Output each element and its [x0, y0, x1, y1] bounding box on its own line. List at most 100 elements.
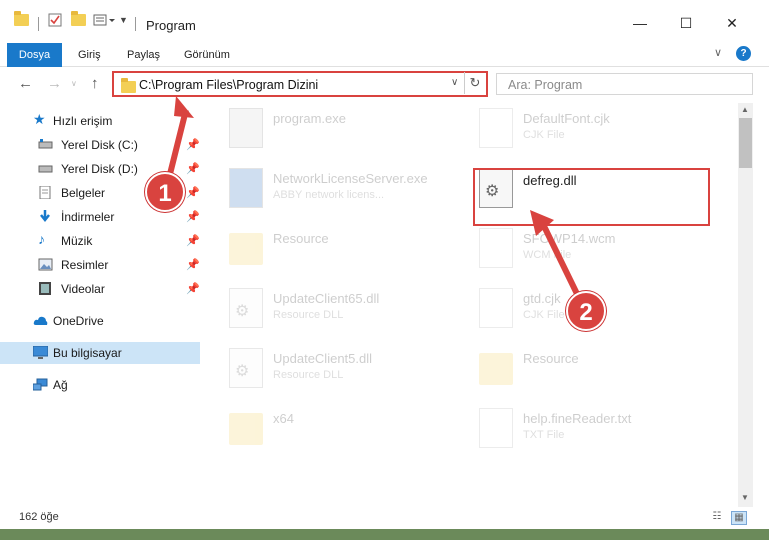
scrollbar-thumb[interactable]: [739, 118, 752, 168]
pin-icon[interactable]: 📌: [186, 258, 200, 271]
search-input[interactable]: Ara: Program: [496, 73, 753, 95]
document-icon: [479, 228, 513, 268]
navigation-bar: ← → ∨ ↑ C:\Program Files\Program Dizini …: [0, 67, 769, 103]
list-item[interactable]: ⚙ UpdateClient65.dll Resource DLL: [203, 283, 453, 339]
divider: [135, 17, 136, 31]
list-item[interactable]: DefaultFont.cjk CJK File: [453, 103, 703, 159]
document-icon: [479, 288, 513, 328]
list-item[interactable]: Resource: [453, 343, 703, 399]
document-icon: [479, 108, 513, 148]
scroll-down-icon[interactable]: ▼: [741, 493, 749, 502]
gear-icon: ⚙: [235, 363, 250, 380]
pictures-icon: [38, 258, 53, 271]
folder-icon: [229, 413, 263, 445]
tab-home[interactable]: Giriş: [70, 43, 109, 67]
search-placeholder: Ara: Program: [508, 78, 583, 92]
up-button[interactable]: ↑: [91, 75, 99, 92]
selection-highlight: [473, 168, 710, 226]
pin-icon[interactable]: 📌: [186, 282, 200, 295]
title-bar: ▼ Program — ☐ ✕: [0, 0, 769, 43]
new-folder-button[interactable]: [71, 10, 86, 30]
minimize-button[interactable]: —: [617, 8, 663, 38]
list-item[interactable]: Resource: [203, 223, 453, 279]
explorer-window: ▼ Program — ☐ ✕ Dosya Giriş Paylaş Görün…: [0, 0, 769, 540]
video-icon: [39, 282, 51, 295]
address-bar[interactable]: C:\Program Files\Program Dizini ∨ ↻: [112, 71, 488, 97]
tab-file[interactable]: Dosya: [7, 43, 62, 67]
customize-toolbar-button[interactable]: [93, 10, 115, 30]
address-path: C:\Program Files\Program Dizini: [139, 78, 319, 92]
pin-icon[interactable]: 📌: [186, 210, 200, 223]
pin-icon[interactable]: 📌: [186, 138, 200, 151]
step-2-badge: 2: [566, 291, 606, 331]
tab-view[interactable]: Görünüm: [176, 43, 238, 67]
expand-ribbon-icon[interactable]: ∨: [714, 46, 722, 59]
maximize-button[interactable]: ☐: [663, 8, 709, 38]
sidebar-item-videos[interactable]: Videolar 📌: [0, 278, 200, 300]
chevron-down-icon[interactable]: ∨: [451, 77, 458, 88]
sidebar-item-network[interactable]: Ağ: [0, 374, 200, 396]
exe-file-icon: [229, 108, 263, 148]
folder-icon: [229, 233, 263, 265]
new-folder-icon: [71, 11, 86, 26]
properties-button[interactable]: [48, 10, 62, 30]
list-item[interactable]: ⚙ UpdateClient5.dll Resource DLL: [203, 343, 453, 399]
folder-icon: [14, 11, 29, 26]
refresh-icon[interactable]: ↻: [464, 72, 485, 94]
large-icons-view-icon[interactable]: ▦: [731, 511, 747, 525]
computer-icon: [33, 346, 48, 359]
sidebar-item-quick-access[interactable]: ★ Hızlı erişim: [0, 110, 200, 132]
network-icon: [33, 378, 48, 391]
status-bar: 162 öğe ☷ ▦: [0, 507, 769, 529]
sidebar-item-music[interactable]: ♪ Müzik 📌: [0, 230, 200, 252]
tab-share[interactable]: Paylaş: [119, 43, 168, 67]
help-icon[interactable]: ?: [736, 46, 751, 61]
quick-access-toolbar: [14, 10, 29, 30]
pin-icon[interactable]: 📌: [186, 162, 200, 175]
divider: [38, 17, 39, 31]
star-icon: ★: [33, 111, 46, 127]
sidebar-item-this-pc[interactable]: Bu bilgisayar: [0, 342, 200, 364]
close-button[interactable]: ✕: [709, 8, 755, 38]
recent-locations-chevron-icon[interactable]: ∨: [71, 79, 77, 88]
list-item[interactable]: x64: [203, 403, 453, 459]
gear-icon: ⚙: [235, 303, 250, 320]
cloud-icon: [33, 316, 48, 325]
checklist-icon: [48, 13, 62, 27]
toolbar-dropdown-icon: [93, 14, 115, 26]
list-item[interactable]: SFOWP14.wcm WCM File: [453, 223, 703, 279]
item-count: 162 öğe: [19, 511, 59, 523]
dll-file-icon: ⚙: [229, 348, 263, 388]
details-view-icon[interactable]: ☷: [709, 511, 725, 525]
download-icon: [40, 210, 50, 223]
documents-icon: [39, 186, 51, 199]
file-list: program.exe DefaultFont.cjk CJK File Net…: [203, 103, 738, 500]
list-item[interactable]: help.fineReader.txt TXT File: [453, 403, 703, 459]
exe-file-icon: [229, 168, 263, 208]
drive-icon: [38, 139, 53, 149]
pin-icon[interactable]: 📌: [186, 234, 200, 247]
document-icon: [479, 408, 513, 448]
sidebar-item-onedrive[interactable]: OneDrive: [0, 310, 200, 332]
window-title: Program: [146, 18, 196, 33]
ribbon-tabs: Dosya Giriş Paylaş Görünüm: [0, 43, 769, 67]
music-icon: ♪: [38, 231, 45, 247]
forward-button[interactable]: →: [47, 75, 62, 92]
list-item[interactable]: program.exe: [203, 103, 453, 159]
sidebar-item-pictures[interactable]: Resimler 📌: [0, 254, 200, 276]
navigation-pane: ★ Hızlı erişim Yerel Disk (C:) 📌 Yerel D…: [0, 103, 203, 500]
quick-access-chevron[interactable]: ▼: [119, 10, 128, 30]
back-button[interactable]: ←: [18, 75, 33, 92]
desktop-background: [0, 529, 769, 540]
sidebar-item-local-disk-c[interactable]: Yerel Disk (C:) 📌: [0, 134, 200, 156]
pin-icon[interactable]: 📌: [186, 186, 200, 199]
folder-icon: [121, 78, 136, 93]
folder-icon: [479, 353, 513, 385]
drive-icon: [38, 165, 53, 173]
vertical-scrollbar[interactable]: ▲ ▼: [738, 103, 753, 507]
step-1-badge: 1: [145, 172, 185, 212]
chevron-down-icon: ▼: [119, 15, 128, 25]
list-item[interactable]: NetworkLicenseServer.exe ABBY network li…: [203, 163, 453, 219]
scroll-up-icon[interactable]: ▲: [741, 105, 749, 114]
dll-file-icon: ⚙: [229, 288, 263, 328]
